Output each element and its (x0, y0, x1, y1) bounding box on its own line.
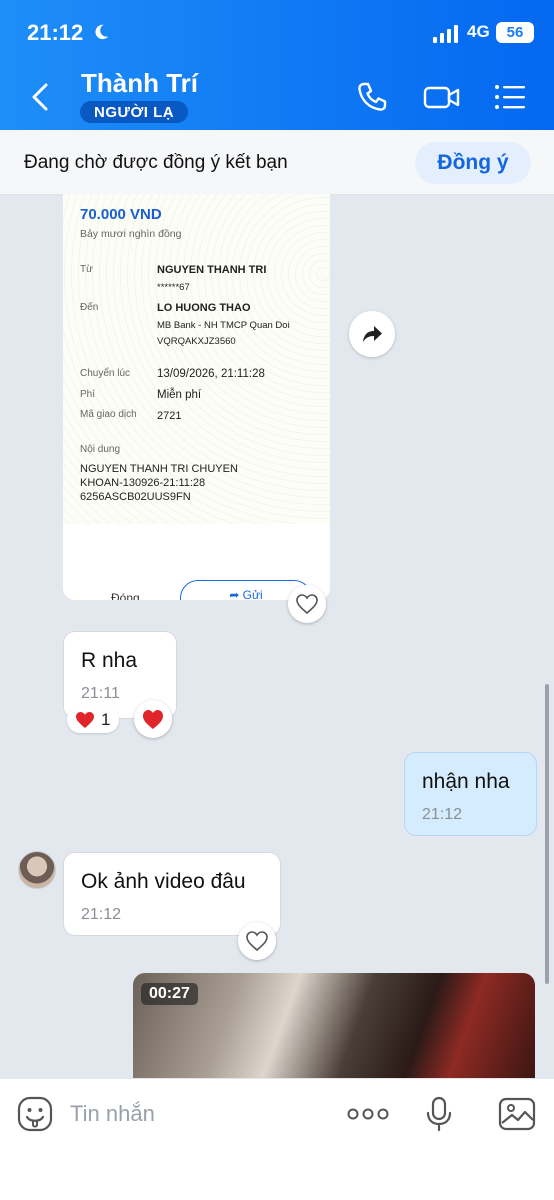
receipt-amount-words: Bảy mươi nghìn đồng (80, 228, 182, 240)
content-line-3: 6256ASCB02UUS9FN (80, 491, 191, 503)
content-line-2: KHOAN-130926-21:11:28 (80, 477, 206, 489)
stranger-badge: NGƯỜI LẠ (80, 101, 189, 123)
status-time: 21:12 (27, 20, 84, 45)
pending-text: Đang chờ được đồng ý kết bạn (24, 152, 288, 173)
moon-icon (95, 24, 109, 40)
code-label: Mã giao dịch (80, 409, 137, 420)
image-icon[interactable] (498, 1095, 536, 1133)
reaction-summary[interactable]: 1 (67, 707, 119, 733)
message-text: Ok ảnh video đâu (81, 870, 246, 893)
message-time: 21:12 (81, 906, 122, 923)
message-text: R nha (81, 649, 138, 672)
to-bank: MB Bank - NH TMCP Quan Doi (157, 320, 290, 331)
back-icon[interactable] (24, 80, 58, 114)
heart-icon[interactable] (238, 922, 276, 960)
battery-level: 56 (496, 22, 534, 43)
more-icon[interactable] (346, 1095, 390, 1133)
reaction-count: 1 (101, 710, 111, 729)
message-time: 21:12 (422, 806, 463, 823)
heart-filled-icon[interactable] (134, 700, 172, 738)
heart-reaction-icon (76, 712, 94, 728)
to-account: VQRQAKXJZ3560 (157, 336, 236, 347)
message-input-bar: Tin nhắn (0, 1078, 554, 1200)
receipt-send-label: Gửi (242, 588, 263, 600)
signal-icon (433, 25, 458, 43)
from-name: NGUYEN THANH TRI (157, 264, 267, 276)
content-label: Nội dung (80, 444, 121, 455)
receipt-close-label: Đóng (111, 591, 140, 600)
phone-icon[interactable] (355, 80, 389, 114)
video-duration: 00:27 (141, 983, 198, 1005)
emoji-icon[interactable] (16, 1095, 54, 1133)
share-icon[interactable] (349, 311, 395, 357)
network-type: 4G (467, 22, 490, 41)
to-label: Đến (80, 302, 99, 313)
send-arrow-icon: ➦ (229, 588, 243, 600)
from-label: Từ (80, 264, 93, 275)
content-line-1: NGUYEN THANH TRI CHUYEN (80, 463, 238, 475)
heart-icon[interactable] (288, 585, 326, 623)
accept-button[interactable]: Đồng ý (415, 142, 531, 184)
video-message[interactable]: 00:27 (133, 973, 535, 1083)
avatar[interactable] (18, 851, 56, 889)
menu-icon[interactable] (493, 80, 527, 114)
message-time: 21:11 (81, 685, 120, 702)
receipt-amount: 70.000 VND (80, 206, 162, 223)
scrollbar[interactable] (545, 684, 549, 984)
to-name: LO HUONG THAO (157, 302, 251, 314)
friend-request-banner: Đang chờ được đồng ý kết bạn Đồng ý (0, 130, 554, 195)
message-input[interactable]: Tin nhắn (70, 1101, 155, 1127)
time-label: Chuyển lúc (80, 368, 131, 379)
transfer-receipt-image[interactable]: 70.000 VND Bảy mươi nghìn đồng Từ NGUYEN… (63, 194, 330, 600)
contact-name[interactable]: Thành Trí (81, 68, 198, 99)
code-value: 2721 (157, 410, 182, 422)
outgoing-message[interactable]: nhận nha 21:12 (404, 752, 537, 836)
time-value: 13/09/2026, 21:11:28 (157, 368, 265, 380)
chat-header: 21:12 4G 56 Thành Trí NGƯỜI LẠ (0, 0, 554, 130)
message-text: nhận nha (422, 770, 510, 793)
mic-icon[interactable] (420, 1095, 458, 1133)
fee-label: Phí (80, 389, 96, 400)
video-call-icon[interactable] (422, 80, 462, 114)
fee-value: Miễn phí (157, 389, 202, 401)
from-account: ******67 (157, 282, 190, 293)
